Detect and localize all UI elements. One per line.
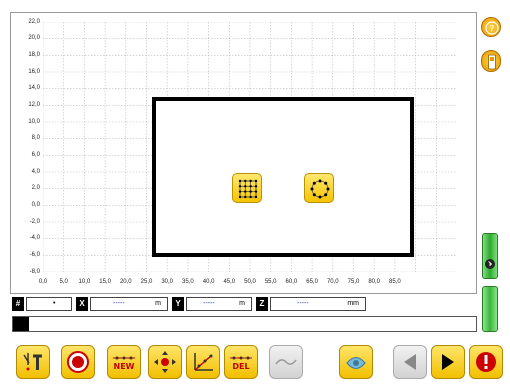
exclamation-icon (476, 352, 496, 372)
index-value: • (53, 300, 56, 307)
y-tick-label: -8,0 (29, 268, 40, 275)
x-tick-label: 45,0 (223, 279, 236, 285)
y-tick-label: 4,0 (31, 168, 40, 175)
previous-button[interactable] (393, 345, 427, 379)
move-icon (154, 351, 176, 373)
slope-icon (194, 353, 213, 371)
measurement-dialog (152, 97, 414, 257)
x-unit: m (155, 300, 161, 307)
delete-points-icon (230, 356, 252, 359)
y-tick-label: -6,0 (29, 251, 40, 258)
triangle-right-icon (442, 354, 454, 370)
level-tool-button[interactable] (16, 345, 50, 379)
grid-points-icon (238, 179, 258, 199)
y-tick-label: 14,0 (28, 85, 40, 92)
y-tick-label: 22,0 (28, 18, 40, 25)
y-tick-label: 2,0 (31, 185, 40, 192)
move-button[interactable] (148, 345, 182, 379)
y-label: Y (172, 297, 184, 311)
x-field[interactable]: ----- m (90, 297, 168, 311)
record-button[interactable] (61, 345, 95, 379)
y-tick-label: -2,0 (29, 218, 40, 225)
x-tick-label: 25,0 (140, 279, 153, 285)
record-icon (67, 351, 89, 373)
level-tool-icon (23, 353, 42, 371)
y-tick-label: 16,0 (28, 68, 40, 75)
circle-points-button[interactable] (304, 173, 334, 203)
question-icon: ? (485, 21, 499, 35)
y-unit: m (239, 300, 245, 307)
x-label: X (76, 297, 88, 311)
index-field[interactable]: • (26, 297, 72, 311)
z-field[interactable]: ----- mm (270, 297, 366, 311)
y-tick-label: 6,0 (31, 151, 40, 158)
curve-button[interactable] (269, 345, 303, 379)
x-tick-label: 50,0 (244, 279, 256, 285)
x-tick-label: 30,0 (161, 279, 174, 285)
x-tick-label: 65,0 (306, 279, 318, 285)
x-tick-label: 10,0 (78, 279, 91, 285)
curve-icon (275, 359, 297, 365)
bluetooth-icon (485, 231, 495, 269)
x-tick-label: 0,0 (38, 279, 48, 285)
z-label: Z (256, 297, 268, 311)
x-tick-label: 5,0 (59, 279, 68, 285)
z-unit: mm (347, 300, 359, 307)
coordinate-fields: # • X ----- m Y ----- m Z ----- mm (12, 297, 478, 311)
y-tick-label: 10,0 (28, 118, 40, 125)
battery-icon (486, 284, 494, 287)
battery-indicator (482, 284, 498, 332)
x-tick-label: 75,0 (347, 279, 360, 285)
triangle-left-icon (404, 354, 416, 370)
y-tick-label: -4,0 (29, 235, 40, 242)
x-tick-label: 55,0 (264, 279, 277, 285)
y-tick-label: 8,0 (31, 135, 40, 142)
z-value: ----- (297, 300, 309, 307)
grid-points-button[interactable] (232, 173, 262, 203)
x-tick-label: 35,0 (182, 279, 194, 285)
app-window: 22,0 20,0 18,0 16,0 14,0 12,0 10,0 8,0 6,0 4,0 2,0… (0, 0, 510, 386)
svg-text:?: ? (490, 25, 495, 35)
help-button[interactable]: ? (481, 17, 501, 37)
x-tick-label: 20,0 (119, 279, 132, 285)
y-value: ----- (203, 300, 215, 307)
network-icon (346, 357, 366, 369)
y-tick-label: 0,0 (31, 201, 40, 208)
x-value: ----- (113, 300, 125, 307)
x-tick-label: 85,0 (389, 279, 401, 285)
new-points-icon (113, 356, 135, 359)
next-button[interactable] (431, 345, 465, 379)
x-tick-label: 40,0 (202, 279, 215, 285)
slope-button[interactable] (186, 345, 220, 379)
y-field[interactable]: ----- m (186, 297, 252, 311)
power-button[interactable] (469, 345, 503, 379)
delete-button[interactable]: DEL (224, 345, 258, 379)
del-label: DEL (232, 361, 250, 371)
y-tick-label: 12,0 (28, 101, 40, 108)
status-bar (12, 316, 477, 332)
x-tick-label: 60,0 (285, 279, 298, 285)
new-button[interactable]: NEW (107, 345, 141, 379)
device-button[interactable] (481, 50, 501, 72)
x-tick-label: 70,0 (326, 279, 339, 285)
network-button[interactable] (339, 345, 373, 379)
new-label: NEW (113, 361, 135, 371)
bluetooth-battery (482, 231, 498, 279)
x-tick-label: 80,0 (368, 279, 381, 285)
y-tick-label: 18,0 (28, 51, 40, 58)
x-tick-label: 15,0 (99, 279, 111, 285)
y-tick-label: 20,0 (28, 35, 40, 42)
device-icon (488, 54, 496, 70)
index-label: # (12, 297, 24, 311)
status-indicator (13, 317, 29, 331)
circle-points-icon (310, 179, 330, 199)
